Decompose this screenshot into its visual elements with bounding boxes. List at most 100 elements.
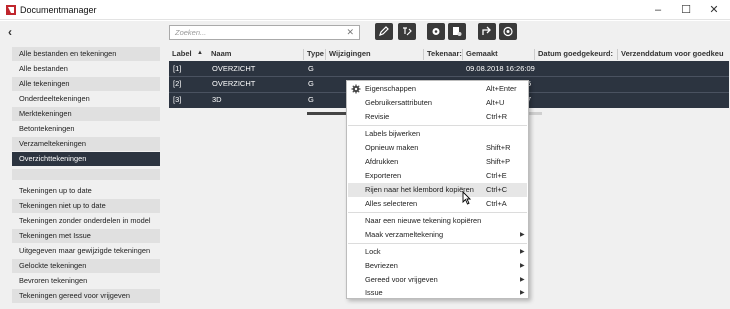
sidebar-item-alle-bestanden-en-tekeningen[interactable]: Alle bestanden en tekeningen xyxy=(12,47,160,61)
sidebar-item-merktekeningen[interactable]: Merktekeningen xyxy=(12,107,160,121)
menu-item-afdrukken[interactable]: Afdrukken Shift+P xyxy=(348,155,527,169)
sidebar-item-gelockte-tekeningen[interactable]: Gelockte tekeningen xyxy=(12,259,160,273)
target-icon xyxy=(503,26,513,37)
edit-tag-button[interactable] xyxy=(398,23,416,40)
sidebar-item-alle-bestanden[interactable]: Alle bestanden xyxy=(12,62,160,76)
menu-item-opnieuw-maken[interactable]: Opnieuw maken Shift+R xyxy=(348,141,527,155)
minimize-button[interactable]: – xyxy=(644,0,672,20)
cell-naam: OVERZICHT xyxy=(212,79,256,88)
search-placeholder: Zoeken... xyxy=(175,28,207,37)
submenu-arrow-icon: ▶ xyxy=(520,290,525,296)
cell-naam: 3D xyxy=(212,95,222,104)
search-input[interactable]: Zoeken... ✕ xyxy=(169,25,360,40)
sidebar-item-verzameltekeningen[interactable]: Verzameltekeningen xyxy=(12,137,160,151)
menu-item-bevriezen[interactable]: Bevriezen ▶ xyxy=(348,259,527,273)
menu-item-exporteren[interactable]: Exporteren Ctrl+E xyxy=(348,169,527,183)
menu-item-naar-nieuwe-tekening[interactable]: Naar een nieuwe tekening kopiëren xyxy=(348,214,527,228)
grid-header: Label ▲ Naam Type Wijzigingen Tekenaar: … xyxy=(168,46,730,60)
column-divider xyxy=(325,49,326,60)
column-header-datum-goedgekeurd[interactable]: Datum goedgekeurd: xyxy=(538,49,613,58)
column-header-type[interactable]: Type xyxy=(307,49,324,58)
menu-separator xyxy=(348,125,527,126)
gear-icon xyxy=(432,28,440,35)
column-header-tekenaar[interactable]: Tekenaar: xyxy=(427,49,462,58)
sidebar-item-uitgegeven-maar-gewijzigd[interactable]: Uitgegeven maar gewijzigde tekeningen xyxy=(12,244,160,258)
column-divider xyxy=(617,49,618,60)
column-divider xyxy=(423,49,424,60)
cell-naam: OVERZICHT xyxy=(212,64,256,73)
menu-item-label: Naar een nieuwe tekening kopiëren xyxy=(365,216,482,225)
menu-item-shortcut: Ctrl+E xyxy=(486,171,507,180)
column-header-label[interactable]: Label xyxy=(172,49,192,58)
sidebar-item-bevroren-tekeningen[interactable]: Bevroren tekeningen xyxy=(12,274,160,288)
mouse-cursor-icon xyxy=(462,191,471,205)
menu-item-revisie[interactable]: Revisie Ctrl+R xyxy=(348,110,527,124)
menu-item-eigenschappen[interactable]: Eigenschappen Alt+Enter xyxy=(348,82,527,96)
menu-item-shortcut: Shift+R xyxy=(486,143,511,152)
sidebar-item-alle-tekeningen[interactable]: Alle tekeningen xyxy=(12,77,160,91)
cell-type: G xyxy=(308,64,314,73)
edit-tag-icon xyxy=(403,27,412,36)
menu-item-maak-verzameltekening[interactable]: Maak verzameltekening ▶ xyxy=(348,228,527,242)
menu-item-shortcut: Ctrl+A xyxy=(486,199,507,208)
edit-button[interactable] xyxy=(375,23,393,40)
menu-item-alles-selecteren[interactable]: Alles selecteren Ctrl+A xyxy=(348,197,527,211)
cell-type: G xyxy=(308,79,314,88)
document-gear-icon xyxy=(453,27,462,36)
menu-item-labels-bijwerken[interactable]: Labels bijwerken xyxy=(348,127,527,141)
document-settings-button[interactable] xyxy=(448,23,466,40)
sidebar-item-tekeningen-zonder-onderdelen[interactable]: Tekeningen zonder onderdelen in model xyxy=(12,214,160,228)
menu-item-gebruikersattributen[interactable]: Gebruikersattributen Alt+U xyxy=(348,96,527,110)
close-button[interactable]: ✕ xyxy=(700,0,728,20)
column-header-verzenddatum[interactable]: Verzenddatum voor goedkeu xyxy=(621,49,724,58)
settings-button[interactable] xyxy=(427,23,445,40)
sidebar: Alle bestanden en tekeningen Alle bestan… xyxy=(0,43,168,309)
sidebar-item-tekeningen-met-issue[interactable]: Tekeningen met Issue xyxy=(12,229,160,243)
title-bar: Documentmanager – ☐ ✕ xyxy=(0,0,730,20)
sidebar-item-tekeningen-up-to-date[interactable]: Tekeningen up to date xyxy=(12,184,160,198)
menu-item-label: Eigenschappen xyxy=(365,84,416,93)
menu-item-label: Afdrukken xyxy=(365,157,399,166)
menu-item-gereed-voor-vrijgeven[interactable]: Gereed voor vrijgeven ▶ xyxy=(348,273,527,287)
menu-item-shortcut: Ctrl+R xyxy=(486,112,508,121)
toolbar: ‹ xyxy=(0,21,730,43)
pencil-icon xyxy=(379,26,389,36)
sidebar-item-betontekeningen[interactable]: Betontekeningen xyxy=(12,122,160,136)
context-menu: Eigenschappen Alt+Enter Gebruikersattrib… xyxy=(346,80,529,299)
cell-type: G xyxy=(308,95,314,104)
cell-gemaakt: 09.08.2018 16:26:09 xyxy=(466,64,535,73)
sort-ascending-icon: ▲ xyxy=(197,50,203,56)
back-button[interactable]: ‹ xyxy=(8,25,12,39)
row-divider xyxy=(169,76,729,77)
cell-label: [3] xyxy=(173,95,182,104)
menu-item-label: Labels bijwerken xyxy=(365,129,421,138)
menu-item-label: Lock xyxy=(365,247,381,256)
documentmanager-logo-icon xyxy=(6,5,16,15)
menu-item-issue[interactable]: Issue ▶ xyxy=(348,286,527,300)
menu-item-label: Gereed voor vrijgeven xyxy=(365,275,438,284)
menu-item-lock[interactable]: Lock ▶ xyxy=(348,245,527,259)
search-clear-button[interactable]: ✕ xyxy=(346,27,354,38)
menu-separator xyxy=(348,243,527,244)
window-title: Documentmanager xyxy=(20,5,97,15)
column-header-wijzigingen[interactable]: Wijzigingen xyxy=(329,49,371,58)
maximize-button[interactable]: ☐ xyxy=(672,0,700,20)
sidebar-item-overzichttekeningen[interactable]: Overzichttekeningen xyxy=(12,152,160,166)
export-button[interactable] xyxy=(478,23,496,40)
menu-item-rijen-kopieren[interactable]: Rijen naar het klembord kopiëren Ctrl+C xyxy=(348,183,527,197)
submenu-arrow-icon: ▶ xyxy=(520,249,525,255)
menu-item-label: Exporteren xyxy=(365,171,402,180)
menu-item-shortcut: Alt+Enter xyxy=(486,84,517,93)
column-header-gemaakt[interactable]: Gemaakt xyxy=(466,49,498,58)
sidebar-item-onderdeeltekeningen[interactable]: Onderdeeltekeningen xyxy=(12,92,160,106)
sidebar-item-gereed-voor-vrijgeven[interactable]: Tekeningen gereed voor vrijgeven xyxy=(12,289,160,303)
menu-item-label: Gebruikersattributen xyxy=(365,98,432,107)
menu-item-shortcut: Shift+P xyxy=(486,157,511,166)
sidebar-item-tekeningen-niet-up-to-date[interactable]: Tekeningen niet up to date xyxy=(12,199,160,213)
target-button[interactable] xyxy=(499,23,517,40)
column-divider xyxy=(462,49,463,60)
column-header-naam[interactable]: Naam xyxy=(211,49,231,58)
export-icon xyxy=(482,26,491,35)
menu-item-label: Alles selecteren xyxy=(365,199,418,208)
menu-item-label: Rijen naar het klembord kopiëren xyxy=(365,185,474,194)
